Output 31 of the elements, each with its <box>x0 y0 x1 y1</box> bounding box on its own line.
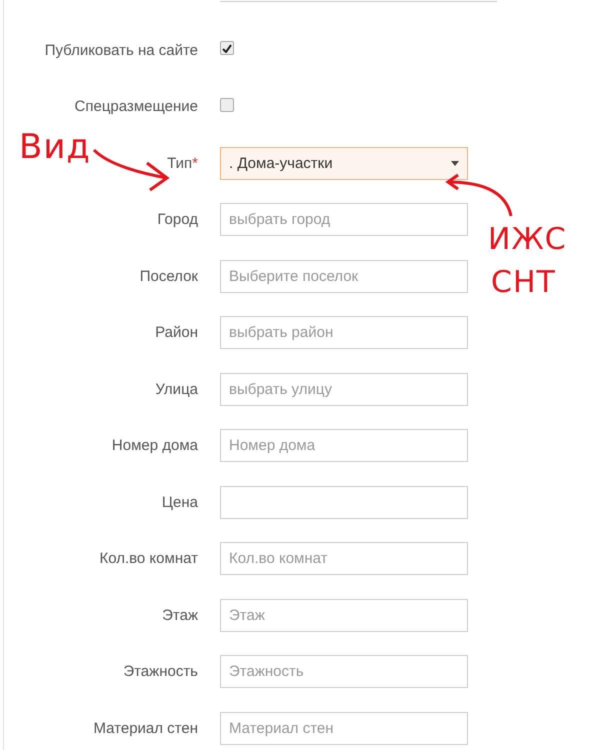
input-field[interactable]: выбрать улицу <box>220 372 468 406</box>
handwritten-note: ИЖС <box>488 225 567 255</box>
field-label: Материал стен <box>93 720 198 737</box>
field-label: Тип <box>167 154 192 172</box>
checkbox[interactable] <box>220 41 234 56</box>
field-label: Кол.во комнат <box>99 550 198 568</box>
field-label: Публиковать на сайте <box>44 42 198 59</box>
input-field[interactable] <box>220 486 468 519</box>
handwritten-note: СНТ <box>491 268 556 298</box>
input-field[interactable]: Этажность <box>220 655 468 688</box>
handwritten-note: Вид <box>19 130 91 164</box>
field-label: Цена <box>162 494 198 511</box>
input-field[interactable]: выбрать город <box>220 203 468 236</box>
field-label: Номер дома <box>112 437 198 454</box>
input-field[interactable]: Материал стен <box>220 712 468 745</box>
field-label: Район <box>155 324 198 342</box>
field-label: Поселок <box>140 268 198 285</box>
input-field[interactable]: Кол.во комнат <box>220 542 468 576</box>
field-label: Улица <box>155 380 198 398</box>
field-label: Спецразмещение <box>74 98 198 116</box>
checkbox[interactable] <box>220 98 234 112</box>
input-field[interactable]: Номер дома <box>220 429 468 462</box>
field-label: Этаж <box>162 606 198 624</box>
type-dropdown[interactable]: . Дома-участки <box>220 146 468 180</box>
field-label: Этажность <box>123 663 198 680</box>
input-field[interactable]: Этаж <box>220 598 468 632</box>
input-field[interactable]: выбрать район <box>220 316 468 350</box>
caret-icon <box>451 160 459 166</box>
field-label: Город <box>157 211 198 228</box>
input-field[interactable]: Выберите поселок <box>220 260 468 293</box>
required-mark: * <box>192 154 198 172</box>
